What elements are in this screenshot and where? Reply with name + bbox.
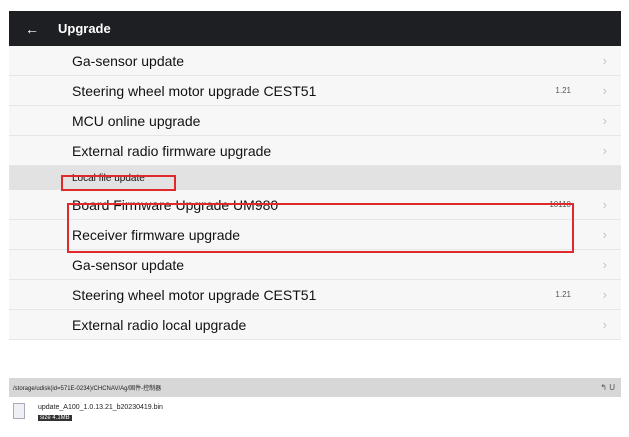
file-list-item[interactable]: update_A100_1.0.13.21_b20230419.bin size… [9,399,621,429]
chevron-right-icon: › [602,113,607,128]
list-item-mcu-online-upgrade[interactable]: MCU online upgrade › [9,106,621,136]
chevron-right-icon: › [602,197,607,212]
up-folder-button[interactable]: ↰ U [600,383,615,392]
highlight-box-section [61,175,176,191]
chevron-right-icon: › [602,287,607,302]
list-item-label: Ga-sensor update [72,256,185,273]
list-item-label: Steering wheel motor upgrade CEST51 [72,286,317,303]
list-item-value: 1.21 [555,86,571,95]
list-item-label: External radio firmware upgrade [72,142,272,159]
file-path-bar: /storage/udisk(id=571E-0234)/CHCNAV/Ag/固… [9,378,621,397]
chevron-right-icon: › [602,227,607,242]
settings-list: Ga-sensor update › Steering wheel motor … [9,46,621,340]
list-item-steering-wheel-upgrade-local[interactable]: Steering wheel motor upgrade CEST51 1.21… [9,280,621,310]
file-icon [13,403,25,419]
highlight-box-local-items [67,203,574,253]
list-item-steering-wheel-upgrade[interactable]: Steering wheel motor upgrade CEST51 1.21… [9,76,621,106]
list-item-external-radio-local[interactable]: External radio local upgrade › [9,310,621,340]
chevron-right-icon: › [602,143,607,158]
file-name: update_A100_1.0.13.21_b20230419.bin [38,404,163,411]
file-path: /storage/udisk(id=571E-0234)/CHCNAV/Ag/固… [13,386,162,392]
list-item-label: External radio local upgrade [72,316,247,333]
list-item-external-radio-firmware[interactable]: External radio firmware upgrade › [9,136,621,166]
list-item-value: 1.21 [555,290,571,299]
app-header: ← Upgrade [9,11,621,46]
chevron-right-icon: › [602,317,607,332]
list-item-label: MCU online upgrade [72,112,201,129]
list-item-label: Steering wheel motor upgrade CEST51 [72,82,317,99]
list-item-ga-sensor-update[interactable]: Ga-sensor update › [9,46,621,76]
file-size: size 4.1MB [38,415,72,421]
back-arrow-icon[interactable]: ← [25,22,41,36]
chevron-right-icon: › [602,257,607,272]
list-item-label: Ga-sensor update [72,52,185,69]
chevron-right-icon: › [602,83,607,98]
chevron-right-icon: › [602,53,607,68]
list-item-ga-sensor-update-local[interactable]: Ga-sensor update › [9,250,621,280]
page-title: Upgrade [58,21,111,36]
